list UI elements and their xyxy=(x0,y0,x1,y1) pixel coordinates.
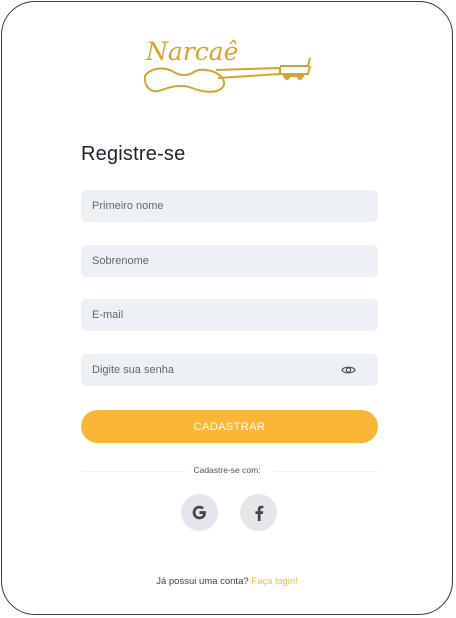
last-name-input[interactable] xyxy=(92,255,367,267)
social-divider-text: Cadastre-se com: xyxy=(193,465,261,475)
login-prompt-text: Já possui uma conta? xyxy=(156,576,249,587)
facebook-signup-button[interactable] xyxy=(240,494,277,531)
password-field[interactable] xyxy=(81,354,378,386)
facebook-icon xyxy=(254,505,263,521)
password-input[interactable] xyxy=(92,364,367,376)
eye-icon[interactable] xyxy=(341,363,356,377)
login-link[interactable]: Faça login! xyxy=(251,576,297,587)
brand-logo: Narcaê xyxy=(143,37,311,93)
page-title: Registre-se xyxy=(81,143,186,165)
google-icon xyxy=(192,505,206,520)
login-prompt: Já possui uma conta? Faça login! xyxy=(2,576,452,587)
email-input[interactable] xyxy=(92,309,367,321)
first-name-field[interactable] xyxy=(81,190,378,222)
register-button[interactable]: CADASTRAR xyxy=(81,410,378,443)
brand-logo-text: Narcaê xyxy=(145,37,238,66)
first-name-input[interactable] xyxy=(92,200,367,212)
device-frame: Narcaê Registre-se CADASTRAR Cadastre-se… xyxy=(1,1,453,615)
last-name-field[interactable] xyxy=(81,245,378,277)
google-signup-button[interactable] xyxy=(181,494,218,531)
divider-right xyxy=(274,471,378,472)
email-field[interactable] xyxy=(81,299,378,331)
